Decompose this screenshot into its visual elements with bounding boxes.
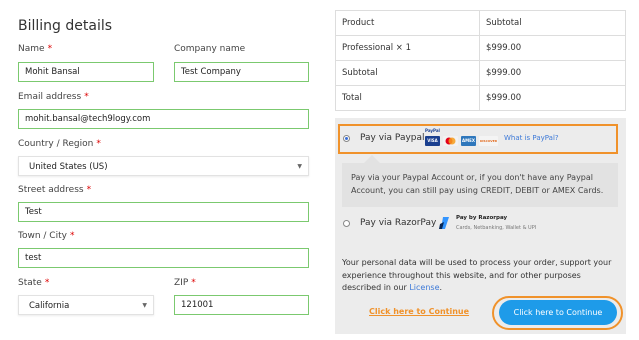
price-cell: $999.00 [479,35,626,61]
paypal-label: Pay via Paypal [360,133,425,143]
company-field[interactable]: Test Company [174,62,309,82]
subtotal-header: Subtotal [479,10,626,36]
mastercard-icon [443,136,458,146]
privacy-notice: Your personal data will be used to proce… [342,258,612,292]
paypal-description: Pay via your Paypal Account or, if you d… [342,155,618,207]
chevron-down-icon: ▼ [142,302,147,309]
paypal-radio[interactable] [343,135,350,142]
license-link[interactable]: License [409,283,439,292]
razorpay-subtitle: Cards, Netbanking, Wallet & UPI [456,225,537,231]
razorpay-title: Pay by Razorpay [456,215,508,221]
table-header-row: Product Subtotal [335,10,626,36]
continue-button[interactable]: Click here to Continue [499,300,617,325]
email-field[interactable]: mohit.bansal@tech9logy.com [18,109,309,129]
what-is-paypal-link[interactable]: What is PayPal? [504,134,559,142]
zip-field[interactable]: 121001 [174,295,309,315]
name-label: Name * [18,44,53,54]
continue-link[interactable]: Click here to Continue [369,307,469,316]
amex-icon: AMEX [461,136,476,146]
billing-title: Billing details [18,18,113,34]
razorpay-radio[interactable] [343,220,350,227]
country-label: Country / Region * [18,139,101,149]
state-label: State * [18,278,50,288]
company-label: Company name [174,44,246,54]
product-cell: Professional × 1 [335,35,480,61]
street-label: Street address * [18,185,92,195]
subtotal-cell: Subtotal [335,60,480,86]
city-label: Town / City * [18,231,75,241]
country-select[interactable]: United States (US) ▼ [18,156,309,176]
razorpay-logo-icon [439,217,449,229]
state-select[interactable]: California ▼ [18,295,154,315]
order-table: Product Subtotal Professional × 1 $999.0… [335,10,626,111]
card-logos: PayPal VISA AMEX DISCOVER [423,128,499,150]
zip-label: ZIP * [174,278,196,288]
city-field[interactable]: test [18,248,309,268]
table-row: Professional × 1 $999.00 [335,35,626,61]
table-row: Subtotal $999.00 [335,60,626,86]
razorpay-label: Pay via RazorPay [360,218,437,228]
product-header: Product [335,10,480,36]
required-mark: * [47,44,53,54]
street-field[interactable]: Test [18,202,309,222]
total-cell: Total [335,85,480,111]
price-cell: $999.00 [479,85,626,111]
table-row: Total $999.00 [335,85,626,111]
discover-icon: DISCOVER [479,136,498,146]
paypal-logo-icon: PayPal [425,128,440,133]
price-cell: $999.00 [479,60,626,86]
email-label: Email address * [18,92,89,102]
visa-icon: VISA [425,136,440,146]
chevron-down-icon: ▼ [297,163,302,170]
name-field[interactable]: Mohit Bansal [18,62,154,82]
